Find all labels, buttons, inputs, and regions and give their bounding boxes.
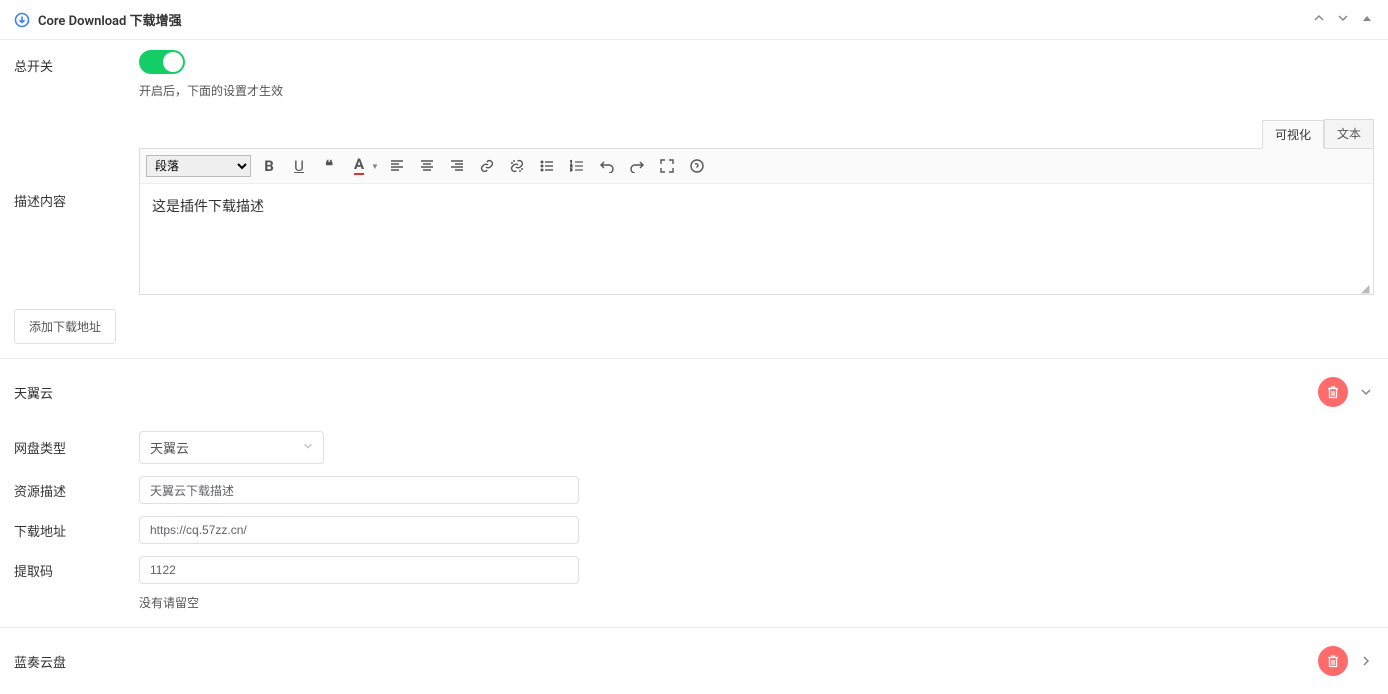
tab-text[interactable]: 文本 bbox=[1324, 119, 1374, 148]
type-label: 网盘类型 bbox=[14, 438, 139, 457]
code-label: 提取码 bbox=[14, 561, 139, 580]
code-input[interactable] bbox=[139, 556, 579, 584]
panel-title: Core Download 下载增强 bbox=[38, 10, 182, 29]
url-input[interactable] bbox=[139, 516, 579, 544]
tab-visual[interactable]: 可视化 bbox=[1262, 120, 1324, 149]
editor-box: 段落 B U ❝ A ▼ 123 这是插件下载描述 bbox=[139, 148, 1374, 295]
bullet-list-icon[interactable] bbox=[535, 154, 559, 178]
resize-handle-icon[interactable]: ◢ bbox=[1361, 282, 1371, 292]
section2-title: 蓝奏云盘 bbox=[14, 652, 66, 671]
panel-header: Core Download 下载增强 bbox=[0, 0, 1388, 40]
svg-text:3: 3 bbox=[570, 167, 572, 172]
align-left-icon[interactable] bbox=[385, 154, 409, 178]
code-hint: 没有请留空 bbox=[139, 594, 1374, 611]
section1-title: 天翼云 bbox=[14, 383, 53, 402]
undo-icon[interactable] bbox=[595, 154, 619, 178]
add-download-button[interactable]: 添加下载地址 bbox=[14, 309, 116, 344]
panel-controls bbox=[1312, 12, 1374, 28]
panel-down-icon[interactable] bbox=[1336, 12, 1350, 28]
section1-collapse-icon[interactable] bbox=[1358, 384, 1374, 400]
align-center-icon[interactable] bbox=[415, 154, 439, 178]
underline-icon[interactable]: U bbox=[287, 154, 311, 178]
section2-expand-icon[interactable] bbox=[1358, 653, 1374, 669]
panel-collapse-icon[interactable] bbox=[1360, 12, 1374, 28]
type-select[interactable]: 天翼云 bbox=[139, 431, 324, 464]
ordered-list-icon[interactable]: 123 bbox=[565, 154, 589, 178]
paragraph-select[interactable]: 段落 bbox=[146, 155, 251, 177]
chevron-down-icon bbox=[303, 441, 313, 454]
description-label: 描述内容 bbox=[14, 185, 139, 210]
panel-up-icon[interactable] bbox=[1312, 12, 1326, 28]
textcolor-chevron-icon[interactable]: ▼ bbox=[371, 162, 379, 171]
help-icon[interactable] bbox=[685, 154, 709, 178]
master-switch-label: 总开关 bbox=[14, 50, 139, 75]
section1-header: 天翼云 bbox=[0, 359, 1388, 425]
quote-icon[interactable]: ❝ bbox=[317, 154, 341, 178]
editor-content-text: 这是插件下载描述 bbox=[152, 199, 264, 215]
section2-header: 蓝奏云盘 bbox=[0, 628, 1388, 694]
link-icon[interactable] bbox=[475, 154, 499, 178]
editor-toolbar: 段落 B U ❝ A ▼ 123 bbox=[140, 149, 1373, 184]
align-right-icon[interactable] bbox=[445, 154, 469, 178]
type-select-value: 天翼云 bbox=[150, 438, 189, 457]
url-label: 下载地址 bbox=[14, 521, 139, 540]
section1-delete-button[interactable] bbox=[1318, 377, 1348, 407]
download-icon bbox=[14, 12, 30, 28]
desc-label: 资源描述 bbox=[14, 481, 139, 500]
master-switch-toggle[interactable] bbox=[139, 50, 185, 74]
unlink-icon[interactable] bbox=[505, 154, 529, 178]
section2-delete-button[interactable] bbox=[1318, 646, 1348, 676]
textcolor-icon[interactable]: A bbox=[347, 154, 371, 178]
editor-content[interactable]: 这是插件下载描述 ◢ bbox=[140, 184, 1373, 294]
desc-input[interactable] bbox=[139, 476, 579, 504]
editor-tabs: 可视化 文本 bbox=[139, 119, 1374, 148]
fullscreen-icon[interactable] bbox=[655, 154, 679, 178]
redo-icon[interactable] bbox=[625, 154, 649, 178]
master-switch-hint: 开启后，下面的设置才生效 bbox=[139, 82, 1374, 99]
bold-icon[interactable]: B bbox=[257, 154, 281, 178]
